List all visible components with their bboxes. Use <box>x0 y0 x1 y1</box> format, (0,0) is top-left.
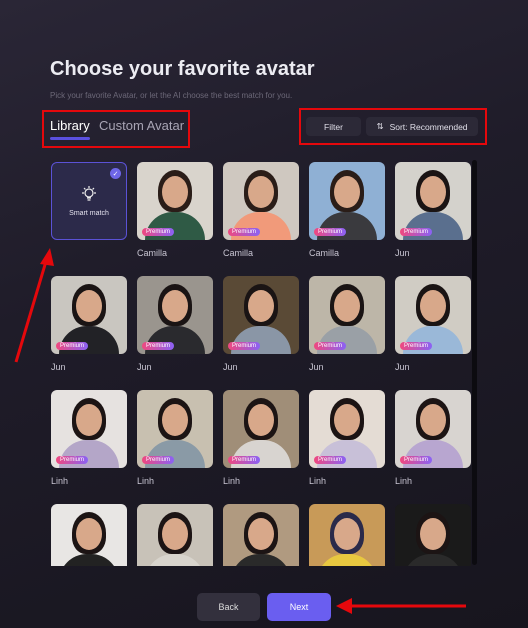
annotation-arrowhead-next <box>336 598 352 614</box>
annotation-arrow-smart-match <box>14 257 49 363</box>
annotation-arrowhead-smart-match <box>40 248 54 266</box>
annotation-arrows <box>14 248 466 614</box>
